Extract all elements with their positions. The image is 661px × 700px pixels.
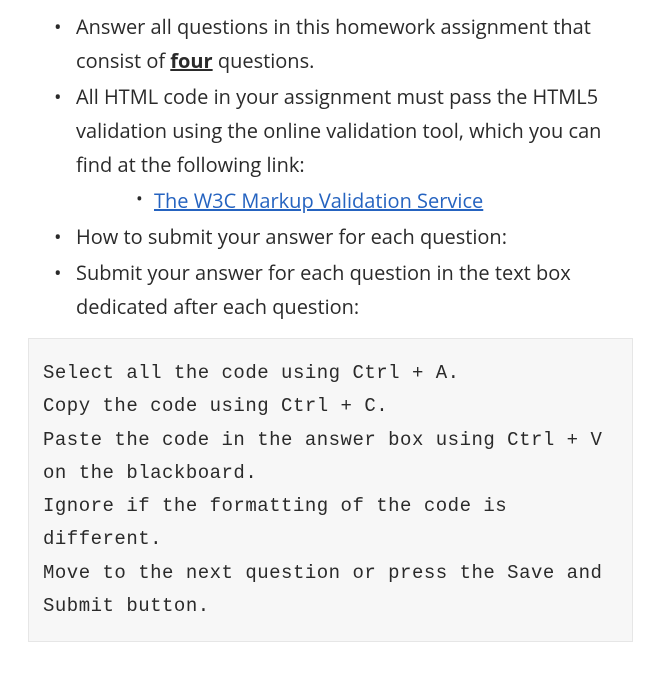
code-instructions-block: Select all the code using Ctrl + A. Copy… — [28, 338, 633, 642]
sub-list-item: The W3C Markup Validation Service — [154, 184, 633, 218]
w3c-validator-link[interactable]: The W3C Markup Validation Service — [154, 187, 483, 214]
sub-list: The W3C Markup Validation Service — [76, 184, 633, 218]
emphasis-four: four — [170, 47, 212, 74]
instruction-item-4: Submit your answer for each question in … — [76, 256, 633, 324]
instruction-list: Answer all questions in this homework as… — [28, 10, 633, 324]
instruction-item-2: All HTML code in your assignment must pa… — [76, 80, 633, 218]
instruction-text: Submit your answer for each question in … — [76, 259, 571, 320]
instruction-item-1: Answer all questions in this homework as… — [76, 10, 633, 78]
instruction-text: Answer all questions in this homework as… — [76, 13, 591, 74]
text-part: Answer all questions in this homework as… — [76, 13, 591, 74]
instruction-item-3: How to submit your answer for each quest… — [76, 220, 633, 254]
instruction-text: All HTML code in your assignment must pa… — [76, 83, 601, 178]
instruction-text: How to submit your answer for each quest… — [76, 223, 507, 250]
text-part: questions. — [213, 47, 315, 74]
